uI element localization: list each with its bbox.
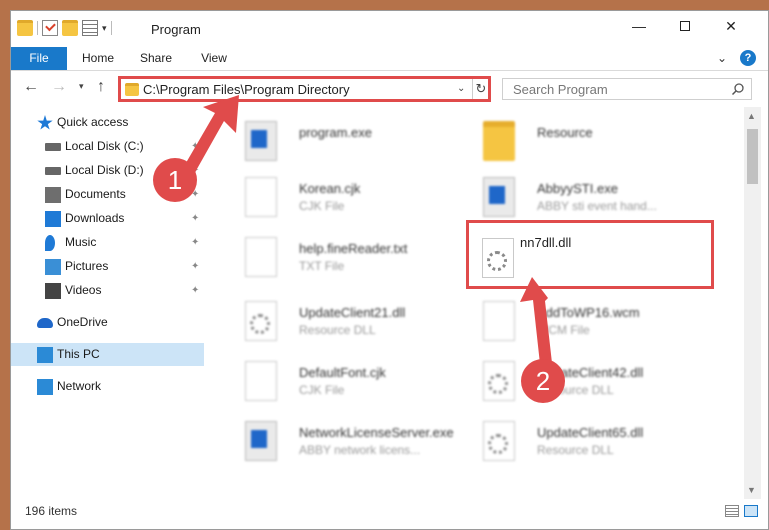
step-2-badge: 2 (521, 359, 565, 403)
arrow-2 (520, 277, 552, 364)
annotation-arrows (183, 95, 552, 364)
step-1-badge: 1 (153, 158, 197, 202)
arrow-1 (183, 95, 239, 176)
